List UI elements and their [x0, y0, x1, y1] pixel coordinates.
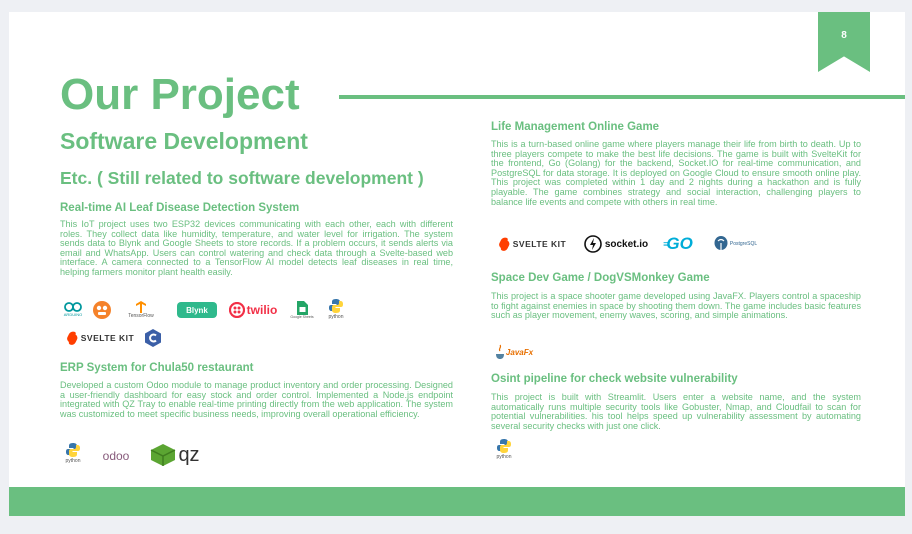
javafx-logo: JavaFx	[491, 342, 537, 362]
google-sheets-logo: Google Sheets	[287, 301, 317, 319]
page-number: 8	[841, 30, 847, 41]
project-title-life-game: Life Management Online Game	[491, 121, 660, 133]
sveltekit-logo: SVELTE KIT	[494, 236, 570, 252]
title-divider	[339, 95, 905, 99]
postgresql-logo: PostgreSQL	[707, 234, 763, 254]
project-title-leaf-disease: Real-time AI Leaf Disease Detection Syst…	[60, 202, 300, 214]
platformio-logo	[92, 300, 112, 320]
project-desc-osint: This project is built with Streamlit. Us…	[491, 392, 861, 431]
python-logo: python	[60, 442, 86, 464]
twilio-logo: twilio	[224, 301, 282, 319]
page-title: Our Project	[60, 70, 300, 119]
project-title-space-game: Space Dev Game / DogVSMonkey Game	[491, 272, 710, 284]
section-subtitle: Software Development	[60, 128, 308, 154]
python-logo: python	[323, 298, 349, 320]
odoo-logo: odoo	[102, 449, 130, 463]
sveltekit-logo: SVELTE KIT	[62, 330, 138, 346]
golang-logo: ≡ GO	[663, 234, 693, 253]
arduino-logo: ARDUINO	[62, 302, 84, 317]
blynk-logo: Blynk	[177, 302, 217, 318]
project-desc-erp: Developed a custom Odoo module to manage…	[60, 380, 453, 419]
footer-bar	[9, 487, 905, 516]
c-language-logo	[143, 328, 163, 348]
project-desc-leaf-disease: This IoT project uses two ESP32 devices …	[60, 219, 453, 277]
project-title-erp: ERP System for Chula50 restaurant	[60, 362, 254, 374]
page-number-badge: 8	[818, 12, 870, 72]
section-sub-subtitle: Etc. ( Still related to software develop…	[60, 168, 424, 188]
python-logo: python	[491, 438, 517, 460]
socketio-logo: socket.io	[581, 234, 651, 254]
slide: 8 Our Project Software Development Etc. …	[9, 12, 905, 516]
qz-tray-logo: qz	[145, 442, 205, 468]
tensorflow-logo: TensorFlow	[123, 301, 159, 319]
project-desc-life-game: This is a turn-based online game where p…	[491, 139, 861, 207]
project-title-osint: Osint pipeline for check website vulnera…	[491, 373, 738, 385]
project-desc-space-game: This project is a space shooter game dev…	[491, 291, 861, 321]
